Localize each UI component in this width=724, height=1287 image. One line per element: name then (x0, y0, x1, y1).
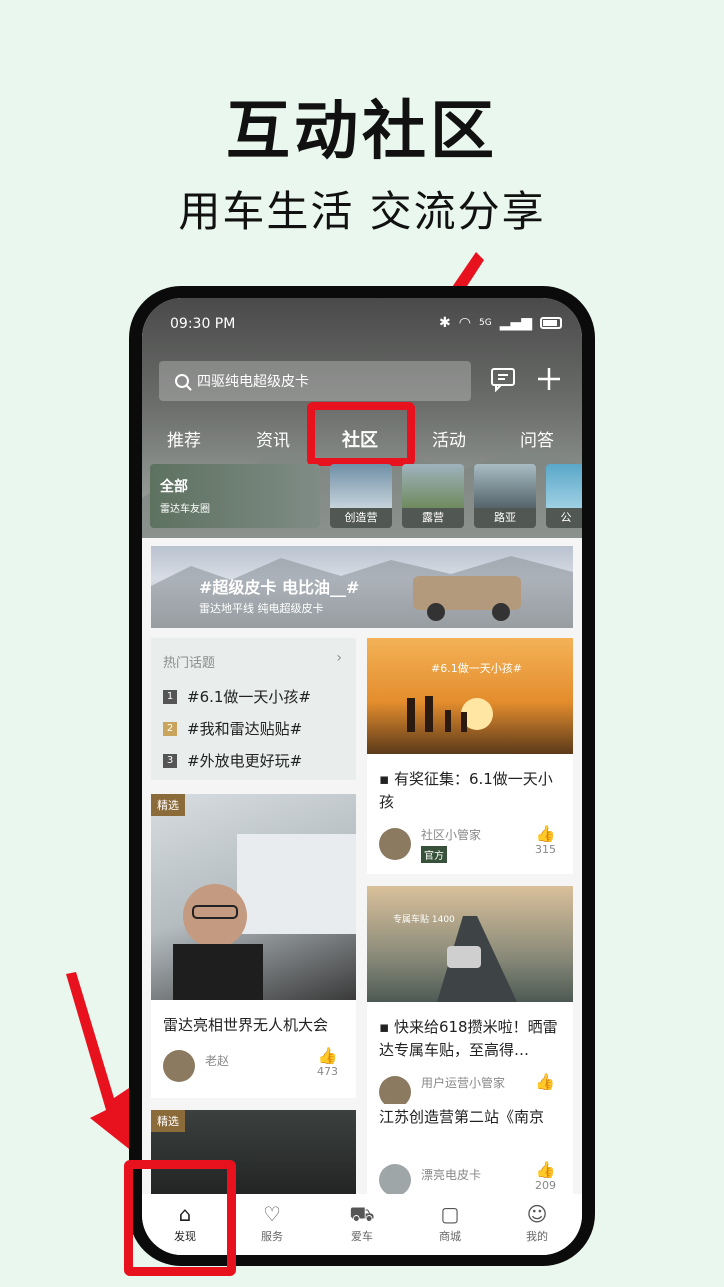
like-button[interactable]: 👍 (535, 1072, 555, 1091)
post-author[interactable]: 老赵 (205, 1052, 229, 1069)
hot-topic-item[interactable]: 2 #我和雷达贴贴# (163, 718, 302, 739)
bluetooth-icon: ✱ (439, 315, 451, 331)
like-count: 473 (317, 1065, 338, 1078)
feed-card[interactable]: 精选 雷达亮相世界无人机大会 老赵 👍 473 (151, 794, 356, 1098)
tab-qa[interactable]: 问答 (520, 426, 554, 451)
signal-icon: ▂▄▆ (499, 315, 532, 331)
circle-label: 创造营 (330, 508, 392, 528)
hot-topic-text: #外放电更好玩# (187, 752, 303, 770)
nav-label: 我的 (526, 1230, 548, 1243)
post-author[interactable]: 社区小管家 (421, 826, 481, 843)
search-icon (175, 374, 189, 388)
nav-me[interactable]: ☺ 我的 (507, 1202, 567, 1244)
post-title: 雷达亮相世界无人机大会 (163, 1016, 329, 1034)
post-title: ▪ 快来给618攒米啦！晒雷达专属车贴，至高得… (379, 1018, 558, 1059)
post-title: 江苏创造营第二站《南京 (379, 1108, 545, 1126)
signal-label: 5G (478, 318, 492, 328)
nav-label: 商城 (439, 1230, 461, 1243)
rank-badge: 1 (163, 689, 177, 704)
circle-all-title: 全部 (160, 479, 188, 495)
nav-label: 服务 (261, 1230, 283, 1243)
circle-all[interactable]: 全部 雷达车友圈 (150, 464, 320, 528)
rank-badge: 2 (163, 721, 177, 736)
like-count: 315 (535, 843, 556, 856)
like-button[interactable]: 👍 209 (535, 1160, 556, 1192)
add-icon[interactable] (536, 366, 562, 397)
circle-item-public[interactable]: 公 (546, 464, 582, 528)
hot-topic-text: #我和雷达贴贴# (187, 720, 303, 738)
post-image: #6.1做一天小孩# (367, 638, 573, 754)
post-title: ▪ 有奖征集：6.1做一天小孩 (379, 770, 553, 811)
hot-topics-card[interactable]: 热门话题 › 1 #6.1做一天小孩# 2 #我和雷达贴贴# 3 #外放电更好玩… (151, 638, 356, 780)
banner-subtitle: 雷达地平线 纯电超级皮卡 (199, 602, 324, 615)
circle-item-fishing[interactable]: 路亚 (474, 464, 536, 528)
search-input[interactable]: 四驱纯电超级皮卡 (159, 361, 471, 401)
tab-highlight-box (307, 402, 415, 466)
promo-banner[interactable]: #超级皮卡 电比油__# 雷达地平线 纯电超级皮卡 (151, 546, 573, 628)
post-author[interactable]: 用户运营小管家 (421, 1074, 505, 1091)
featured-tag: 精选 (151, 794, 185, 816)
circle-label: 路亚 (474, 508, 536, 528)
hot-topic-item[interactable]: 3 #外放电更好玩# (163, 750, 302, 771)
promo-headline: 互动社区 (226, 95, 498, 169)
user-icon: ☺ (526, 1202, 548, 1226)
avatar[interactable] (163, 1050, 195, 1082)
circle-list: 全部 雷达车友圈 创造营 露营 路亚 公 (150, 464, 582, 528)
shopping-bag-icon: ▢ (440, 1202, 460, 1226)
feed-card[interactable]: 江苏创造营第二站《南京 漂亮电皮卡 👍 209 (367, 1104, 573, 1200)
rank-badge: 3 (163, 753, 177, 768)
message-icon[interactable] (490, 366, 516, 397)
circle-label: 公 (546, 508, 582, 528)
post-image: 专属车贴 1400 (367, 886, 573, 1002)
nav-my-car[interactable]: ⛟ 爱车 (332, 1202, 392, 1244)
thumb-up-icon: 👍 (535, 824, 556, 843)
featured-tag: 精选 (151, 1110, 185, 1132)
post-image-caption: #6.1做一天小孩# (431, 662, 522, 675)
thumb-up-icon: 👍 (317, 1046, 338, 1065)
feed-card[interactable]: #6.1做一天小孩# ▪ 有奖征集：6.1做一天小孩 社区小管家 官方 👍 31… (367, 638, 573, 874)
like-count: 209 (535, 1179, 556, 1192)
status-bar: 09:30 PM ✱ ◠ 5G ▂▄▆ (142, 298, 582, 350)
document-icon: ▪ (379, 1018, 394, 1036)
like-button[interactable]: 👍 473 (317, 1046, 338, 1078)
search-placeholder: 四驱纯电超级皮卡 (197, 374, 309, 390)
tab-news[interactable]: 资讯 (256, 426, 290, 451)
home-highlight-box (124, 1160, 236, 1276)
circle-item-creation-camp[interactable]: 创造营 (330, 464, 392, 528)
like-button[interactable]: 👍 315 (535, 824, 556, 856)
circle-item-camping[interactable]: 露营 (402, 464, 464, 528)
circle-all-subtitle: 雷达车友圈 (160, 504, 210, 515)
post-image-caption: 专属车贴 1400 (393, 915, 455, 925)
post-image (151, 794, 356, 1000)
nav-service[interactable]: ♡ 服务 (242, 1202, 302, 1244)
nav-mall[interactable]: ▢ 商城 (420, 1202, 480, 1244)
banner-title: #超级皮卡 电比油__# (199, 578, 360, 597)
thumb-up-icon: 👍 (535, 1160, 556, 1179)
battery-icon (540, 317, 562, 329)
heart-icon: ♡ (263, 1202, 281, 1226)
hot-topic-text: #6.1做一天小孩# (187, 688, 311, 706)
avatar[interactable] (379, 1164, 411, 1196)
hot-topics-header: 热门话题 (163, 656, 216, 671)
tab-events[interactable]: 活动 (432, 426, 466, 451)
post-author[interactable]: 漂亮电皮卡 (421, 1166, 481, 1183)
circle-label: 露营 (402, 508, 464, 528)
app-screen: 09:30 PM ✱ ◠ 5G ▂▄▆ 四驱纯电超级皮卡 推荐 资讯 社区 活动… (142, 298, 582, 1255)
car-icon: ⛟ (349, 1202, 375, 1226)
official-badge: 官方 (421, 846, 447, 863)
promo-subline: 用车生活 交流分享 (178, 187, 546, 236)
status-time: 09:30 PM (170, 316, 236, 332)
avatar[interactable] (379, 828, 411, 860)
tab-recommend[interactable]: 推荐 (167, 426, 201, 451)
chevron-right-icon[interactable]: › (336, 650, 342, 666)
hot-topic-item[interactable]: 1 #6.1做一天小孩# (163, 686, 311, 707)
feed-card[interactable]: 专属车贴 1400 ▪ 快来给618攒米啦！晒雷达专属车贴，至高得… 用户运营小… (367, 886, 573, 1110)
wifi-icon: ◠ (458, 315, 471, 331)
nav-label: 爱车 (351, 1230, 373, 1243)
document-icon: ▪ (379, 770, 394, 788)
thumb-up-icon: 👍 (535, 1072, 555, 1091)
